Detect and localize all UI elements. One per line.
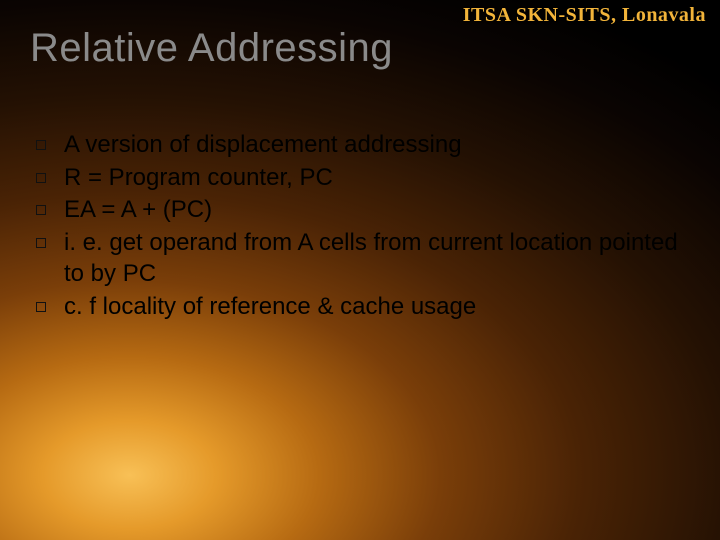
- square-bullet-icon: [36, 173, 46, 183]
- slide: ITSA SKN-SITS, Lonavala Relative Address…: [0, 0, 720, 540]
- slide-title: Relative Addressing: [30, 26, 393, 71]
- list-item: i. e. get operand from A cells from curr…: [36, 228, 680, 289]
- list-item-text: c. f locality of reference & cache usage: [64, 292, 476, 323]
- list-item-text: A version of displacement addressing: [64, 130, 462, 161]
- square-bullet-icon: [36, 205, 46, 215]
- list-item: c. f locality of reference & cache usage: [36, 292, 680, 323]
- watermark-text: ITSA SKN-SITS, Lonavala: [463, 4, 706, 27]
- list-item-text: i. e. get operand from A cells from curr…: [64, 228, 680, 289]
- list-item-text: R = Program counter, PC: [64, 163, 333, 194]
- square-bullet-icon: [36, 140, 46, 150]
- list-item: A version of displacement addressing: [36, 130, 680, 161]
- square-bullet-icon: [36, 238, 46, 248]
- list-item-text: EA = A + (PC): [64, 195, 212, 226]
- list-item: EA = A + (PC): [36, 195, 680, 226]
- list-item: R = Program counter, PC: [36, 163, 680, 194]
- slide-body: A version of displacement addressing R =…: [36, 130, 680, 324]
- square-bullet-icon: [36, 302, 46, 312]
